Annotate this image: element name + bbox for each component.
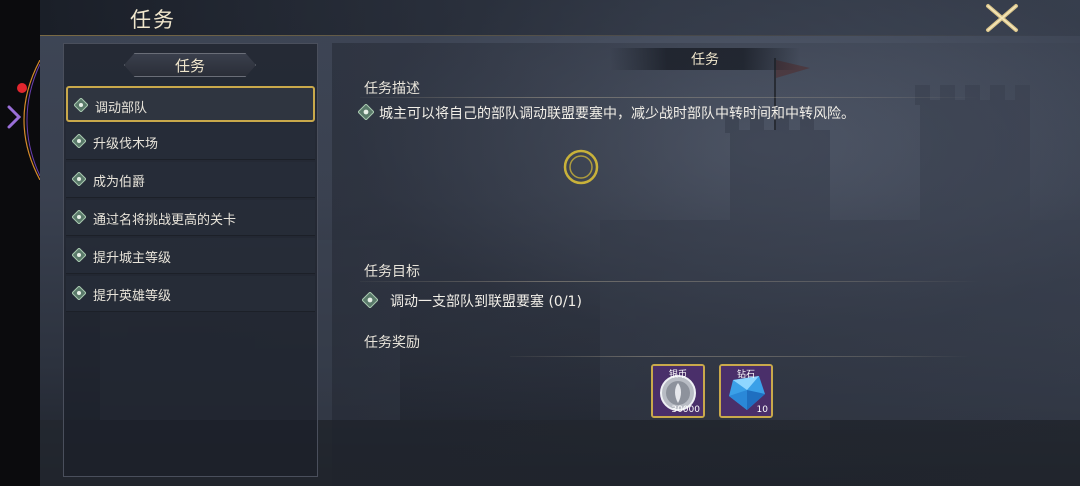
quest-item-dispatch-troops[interactable]: 调动部队 — [66, 86, 315, 122]
quest-label: 调动部队 — [95, 101, 148, 116]
quest-list-title: 任务 — [174, 57, 205, 75]
quest-label: 提升城主等级 — [93, 251, 172, 266]
reward-count: 30000 — [671, 405, 700, 415]
reward-count: 10 — [756, 405, 768, 415]
goal-divider — [360, 281, 980, 282]
quest-item-become-count[interactable]: 成为伯爵 — [66, 162, 315, 198]
quest-diamond-icon — [72, 172, 86, 186]
quest-diamond-icon — [72, 210, 86, 224]
quest-diamond-icon — [72, 248, 86, 262]
quest-item-general-challenge[interactable]: 通过名将挑战更高的关卡 — [66, 200, 315, 236]
title-bar-divider — [40, 35, 1080, 36]
target-ring-icon — [563, 149, 599, 185]
title-bar — [40, 0, 1080, 36]
quest-description: 城主可以将自己的部队调动联盟要塞中，减少战时部队中转时间和中转风险。 — [379, 106, 855, 122]
quest-diamond-icon — [72, 134, 86, 148]
goal-diamond-icon — [362, 292, 378, 308]
reward-name: 银币 — [668, 370, 687, 380]
description-diamond-icon — [358, 104, 374, 120]
quest-item-hero-level[interactable]: 提升英雄等级 — [66, 276, 315, 312]
quest-item-lord-level[interactable]: 提升城主等级 — [66, 238, 315, 274]
quest-diamond-icon — [72, 286, 86, 300]
expand-arrow-icon[interactable] — [4, 104, 24, 130]
reward-divider — [510, 356, 970, 357]
reward-diamond[interactable]: 钻石 10 — [719, 364, 773, 418]
description-divider — [360, 97, 980, 98]
quest-label: 成为伯爵 — [93, 175, 146, 190]
quest-label: 升级伐木场 — [93, 137, 159, 152]
quest-label: 通过名将挑战更高的关卡 — [93, 213, 237, 228]
close-icon[interactable] — [982, 3, 1022, 33]
reward-silver-coin[interactable]: 银币 30000 — [651, 364, 705, 418]
description-heading: 任务描述 — [364, 81, 420, 97]
page-title: 任务 — [130, 8, 176, 32]
goal-heading: 任务目标 — [364, 264, 420, 280]
reward-name: 钻石 — [736, 370, 755, 380]
quest-label: 提升英雄等级 — [93, 289, 172, 304]
quest-item-upgrade-lumberyard[interactable]: 升级伐木场 — [66, 124, 315, 160]
notification-dot — [17, 83, 27, 93]
quest-diamond-icon — [74, 98, 88, 112]
quest-detail-title: 任务 — [691, 52, 719, 68]
quest-goal: 调动一支部队到联盟要塞 (0/1) — [390, 294, 582, 310]
reward-heading: 任务奖励 — [364, 335, 420, 351]
